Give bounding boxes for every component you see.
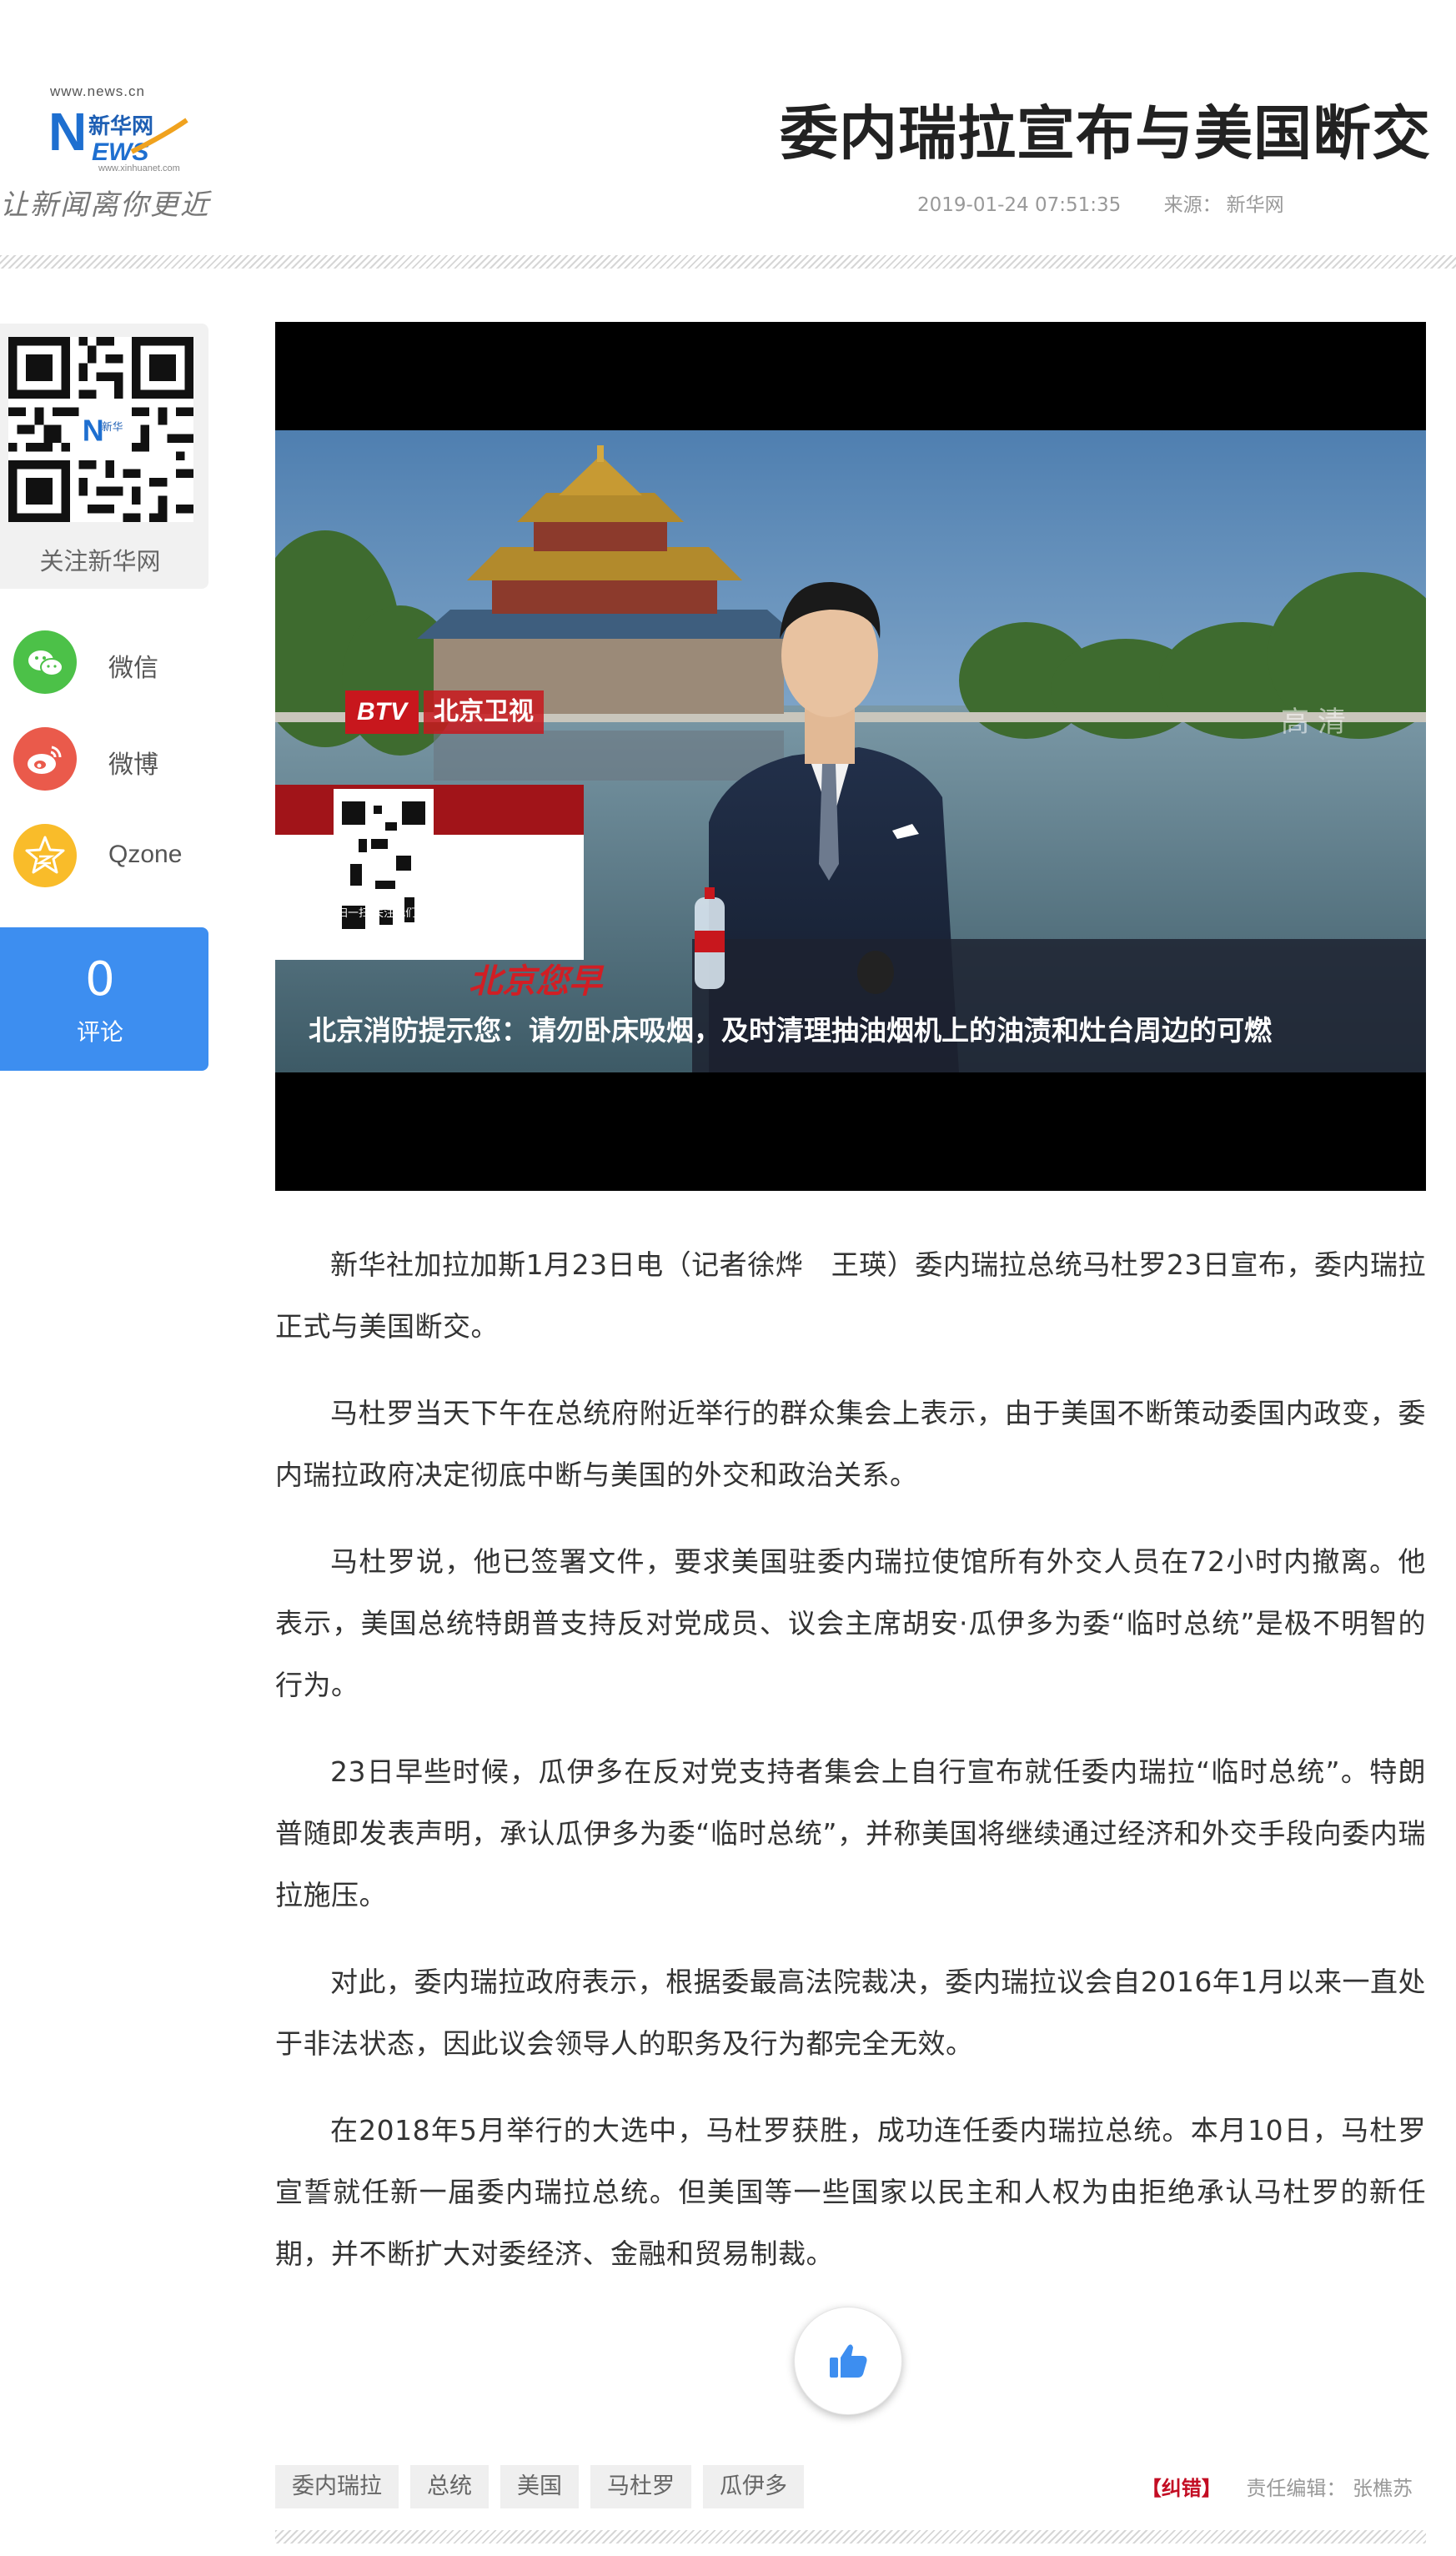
- wechat-icon: [13, 630, 77, 694]
- video-frame-broadcast-scene: [275, 430, 1426, 1072]
- article-title: 委内瑞拉宣布与美国断交: [780, 99, 1431, 168]
- thumbs-up-icon: [830, 2344, 867, 2378]
- footer-divider: [275, 2530, 1426, 2543]
- header-divider: [0, 255, 1456, 269]
- source-label: 来源：: [1163, 194, 1222, 216]
- share-qzone-button[interactable]: Qzone: [13, 824, 213, 891]
- article-meta: 2019-01-24 07:51:35 来源： 新华网: [917, 188, 1321, 217]
- hd-badge: 高清: [1281, 706, 1354, 739]
- svg-text:EWS: EWS: [92, 138, 148, 166]
- channel-logo: BTV 北京卫视: [345, 690, 544, 734]
- article-body: 新华社加拉加斯1月23日电（记者徐烨 王瑛）委内瑞拉总统马杜罗23日宣布，委内瑞…: [275, 1234, 1426, 2310]
- weibo-icon: [13, 727, 77, 791]
- tag-item[interactable]: 瓜伊多: [703, 2465, 804, 2508]
- source: 来源： 新华网: [1164, 194, 1284, 216]
- channel-name: 北京卫视: [424, 690, 544, 734]
- program-name: 北京您早: [469, 962, 602, 1001]
- news-ticker: 北京消防提示您：请勿卧床吸烟，及时清理抽油烟机上的油渍和灶台周边的可燃: [309, 1014, 1272, 1047]
- share-qzone-label: Qzone: [108, 841, 183, 868]
- editor-name: 张樵苏: [1353, 2477, 1413, 2500]
- editor-label: 责任编辑：: [1246, 2477, 1347, 2500]
- site-slogan: 让新闻离你更近: [0, 188, 210, 222]
- video-player[interactable]: BTV 北京卫视 高清 扫一扫 关注我们 07:12 北京您早 北京消防提示您：请…: [275, 322, 1426, 1191]
- source-name: 新华网: [1226, 194, 1284, 216]
- comment-count: 0: [85, 952, 115, 1007]
- share-wechat-label: 微信: [108, 654, 158, 683]
- svg-text:N: N: [48, 102, 87, 162]
- share-weibo-button[interactable]: 微博: [13, 727, 213, 794]
- logo-small-url: www.xinhuanet.com: [98, 163, 180, 173]
- editor-info: 【纠错】 责任编辑： 张樵苏: [1142, 2472, 1413, 2501]
- logo-url: www.news.cn: [50, 83, 145, 99]
- share-weibo-label: 微博: [108, 751, 158, 780]
- tag-item[interactable]: 委内瑞拉: [275, 2465, 399, 2508]
- like-button[interactable]: [794, 2307, 902, 2415]
- site-logo[interactable]: www.news.cn N 新华网 EWS www.xinhuanet.com …: [0, 83, 217, 225]
- comment-button[interactable]: 0 评论: [0, 927, 208, 1071]
- tag-item[interactable]: 马杜罗: [590, 2465, 691, 2508]
- follow-qr-panel: N 新华 关注新华网: [0, 324, 208, 589]
- article-paragraph: 马杜罗当天下午在总统府附近举行的群众集会上表示，由于美国不断策动委国内政变，委内…: [275, 1397, 1426, 1491]
- tag-list: 委内瑞拉 总统 美国 马杜罗 瓜伊多: [275, 2465, 816, 2508]
- article-paragraph: 马杜罗说，他已签署文件，要求美国驻委内瑞拉使馆所有外交人员在72小时内撤离。他表…: [275, 1545, 1426, 1701]
- correction-link[interactable]: 【纠错】: [1142, 2477, 1222, 2500]
- share-wechat-button[interactable]: 微信: [13, 630, 213, 697]
- channel-logo-btv: BTV: [345, 690, 419, 734]
- broadcast-qr-label: 扫一扫 关注我们: [337, 907, 417, 920]
- comment-label: 评论: [76, 1018, 123, 1046]
- svg-text:N: N: [83, 414, 104, 448]
- qr-code: N 新华: [8, 337, 193, 522]
- article-paragraph: 在2018年5月举行的大选中，马杜罗获胜，成功连任委内瑞拉总统。本月10日，马杜…: [275, 2114, 1426, 2270]
- svg-text:新华: 新华: [102, 420, 123, 433]
- article-paragraph: 对此，委内瑞拉政府表示，根据委最高法院裁决，委内瑞拉议会自2016年1月以来一直…: [275, 1966, 1426, 2060]
- article-paragraph: 新华社加拉加斯1月23日电（记者徐烨 王瑛）委内瑞拉总统马杜罗23日宣布，委内瑞…: [275, 1248, 1426, 1343]
- broadcast-clock: 07:12: [505, 911, 578, 942]
- tag-item[interactable]: 总统: [410, 2465, 489, 2508]
- article-paragraph: 23日早些时候，瓜伊多在反对党支持者集会上自行宣布就任委内瑞拉“临时总统”。特朗…: [275, 1755, 1426, 1911]
- publish-datetime: 2019-01-24 07:51:35: [917, 194, 1122, 216]
- qr-caption: 关注新华网: [39, 547, 161, 575]
- qzone-icon: [13, 824, 77, 887]
- tag-item[interactable]: 美国: [500, 2465, 579, 2508]
- svg-text:新华网: 新华网: [88, 113, 153, 139]
